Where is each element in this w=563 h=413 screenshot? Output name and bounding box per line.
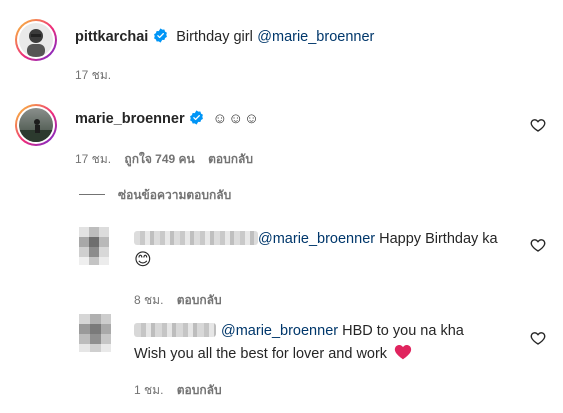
replies-divider <box>79 194 105 195</box>
heart-outline-icon[interactable] <box>530 330 546 346</box>
reply-2-body-2: Wish you all the best for lover and work <box>134 346 388 362</box>
reply-1-meta: 8 ชม. ตอบกลับ <box>134 291 222 310</box>
comment-line: marie_broenner ☺☺☺ <box>75 110 260 128</box>
verified-badge-icon <box>190 110 203 125</box>
caption-username[interactable]: pittkarchai <box>75 29 148 45</box>
heart-emoji-icon <box>394 344 412 360</box>
username-blurred <box>134 323 216 337</box>
smile-emoji-icon: 😊 <box>134 250 152 269</box>
hide-replies-button[interactable]: ซ่อนข้อความตอบกลับ <box>118 186 231 205</box>
reply-2-line2: Wish you all the best for lover and work <box>134 344 412 362</box>
comment-username[interactable]: marie_broenner <box>75 111 185 127</box>
comment-avatar[interactable] <box>15 104 57 146</box>
verified-badge-icon <box>153 28 167 43</box>
reply-2-line1: @marie_broenner HBD to you na kha <box>221 323 464 339</box>
reply-avatar-blurred[interactable] <box>79 314 111 352</box>
comment-text: ☺☺☺ <box>212 111 260 127</box>
reply-avatar-blurred[interactable] <box>79 227 109 265</box>
comment-reply-button[interactable]: ตอบกลับ <box>208 152 253 166</box>
caption-time: 17 ชม. <box>75 68 112 82</box>
caption-mention[interactable]: @marie_broenner <box>257 29 374 45</box>
caption-line: pittkarchai Birthday girl @marie_broenne… <box>75 28 374 46</box>
reply-1-mention[interactable]: @marie_broenner <box>258 231 375 247</box>
avatar-image <box>19 108 53 142</box>
reply-2-body-1: HBD to you na kha <box>342 323 464 339</box>
comment-meta: 17 ชม. ถูกใจ 749 คน ตอบกลับ <box>75 150 253 169</box>
avatar-image <box>19 23 53 57</box>
reply-2-time: 1 ชม. <box>134 383 164 397</box>
comment-time: 17 ชม. <box>75 152 112 166</box>
reply-2-reply-button[interactable]: ตอบกลับ <box>177 383 222 397</box>
caption-avatar[interactable] <box>15 19 57 61</box>
reply-2-mention[interactable]: @marie_broenner <box>221 323 338 339</box>
reply-1-body: Happy Birthday ka <box>379 231 498 247</box>
reply-1-reply-button[interactable]: ตอบกลับ <box>177 293 222 307</box>
username-blurred <box>134 231 258 245</box>
heart-outline-icon[interactable] <box>530 237 546 253</box>
heart-outline-icon[interactable] <box>530 117 546 133</box>
reply-1-text: @marie_broenner Happy Birthday ka <box>258 231 498 247</box>
reply-1-time: 8 ชม. <box>134 293 164 307</box>
reply-2-meta: 1 ชม. ตอบกลับ <box>134 381 222 400</box>
caption-text: Birthday girl <box>176 29 253 45</box>
comment-likes[interactable]: ถูกใจ 749 คน <box>124 152 194 166</box>
